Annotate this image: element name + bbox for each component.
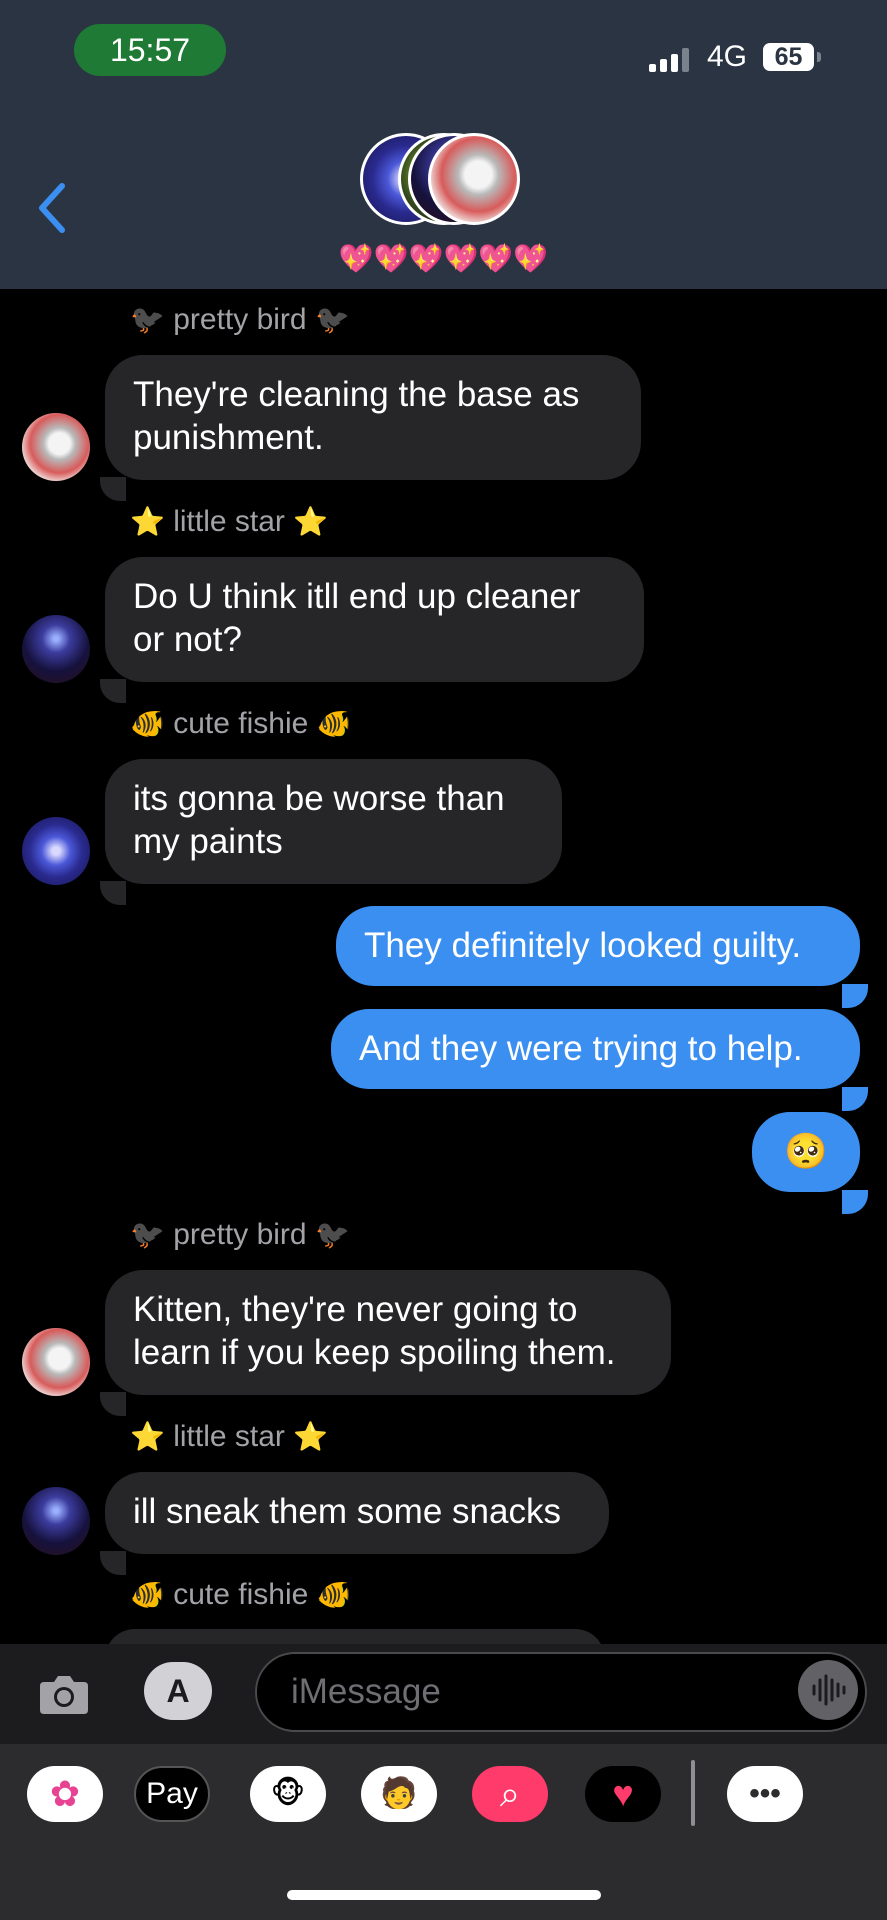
avatar[interactable] [22, 817, 90, 885]
message-composer: A iMessage [0, 1644, 887, 1744]
message-bubble[interactable]: And they were trying to help. [331, 1009, 860, 1089]
sender-label: ⭐ little star ⭐ [130, 1420, 329, 1453]
bubble-tail [842, 1087, 868, 1111]
bubble-tail [100, 477, 126, 501]
message-bubble[interactable]: Kitten, they're never going to learn if y… [105, 1270, 671, 1395]
digital-touch-button[interactable]: ♥ [585, 1766, 661, 1822]
photos-app-button[interactable]: ✿ [27, 1766, 103, 1822]
avatar[interactable] [22, 413, 90, 481]
bubble-tail [100, 881, 126, 905]
sender-label: 🐦‍⬛ pretty bird 🐦‍⬛ [130, 1218, 350, 1251]
sender-label: ⭐ little star ⭐ [130, 505, 329, 538]
battery-cap-icon [817, 52, 821, 62]
group-avatars[interactable] [360, 133, 530, 229]
camera-button[interactable] [38, 1668, 90, 1720]
app-store-icon: A [166, 1673, 190, 1709]
avatar[interactable] [22, 1487, 90, 1555]
group-avatar-cat [428, 133, 520, 225]
avatar[interactable] [22, 615, 90, 683]
network-type: 4G [707, 40, 748, 73]
camera-icon [40, 1676, 88, 1714]
image-search-button[interactable]: ⌕ [472, 1766, 548, 1822]
apple-pay-button[interactable]: Pay [134, 1766, 210, 1822]
bubble-tail [842, 984, 868, 1008]
more-apps-button[interactable]: ••• [727, 1766, 803, 1822]
tray-divider [691, 1760, 695, 1826]
group-name[interactable]: 💖💖💖💖💖💖 [0, 242, 887, 275]
message-input[interactable]: iMessage [255, 1652, 867, 1732]
conversation-header: 15:57 4G 65 💖💖💖💖💖💖 [0, 0, 887, 289]
bubble-tail [100, 679, 126, 703]
message-bubble[interactable]: They're cleaning the base as punishment. [105, 355, 641, 480]
back-button[interactable] [32, 180, 72, 236]
message-list[interactable]: 🐦‍⬛ pretty bird 🐦‍⬛ They're cleaning the… [0, 289, 887, 1644]
sender-label: 🐠 cute fishie 🐠 [130, 707, 352, 740]
message-bubble[interactable]: 🥺 [752, 1112, 860, 1192]
avatar[interactable] [22, 1328, 90, 1396]
audio-record-button[interactable] [798, 1660, 858, 1720]
audio-waveform-icon [812, 1674, 846, 1706]
bubble-tail [100, 1392, 126, 1416]
sender-label: 🐦‍⬛ pretty bird 🐦‍⬛ [130, 303, 350, 336]
message-bubble-partial[interactable] [105, 1629, 605, 1644]
app-store-button[interactable]: A [144, 1662, 212, 1720]
status-time: 15:57 [74, 24, 226, 76]
battery-level: 65 [763, 43, 814, 71]
message-bubble[interactable]: its gonna be worse than my paints [105, 759, 562, 884]
bubble-tail [100, 1551, 126, 1575]
animoji-button[interactable]: 🐵 [250, 1766, 326, 1822]
sender-label: 🐠 cute fishie 🐠 [130, 1578, 352, 1611]
message-bubble[interactable]: ill sneak them some snacks [105, 1472, 609, 1554]
message-bubble[interactable]: Do U think itll end up cleaner or not? [105, 557, 644, 682]
memoji-button[interactable]: 🧑 [361, 1766, 437, 1822]
message-bubble[interactable]: They definitely looked guilty. [336, 906, 860, 986]
bubble-tail [842, 1190, 868, 1214]
home-indicator[interactable] [287, 1890, 601, 1900]
chevron-left-icon [39, 183, 65, 233]
signal-strength-icon [649, 46, 693, 72]
